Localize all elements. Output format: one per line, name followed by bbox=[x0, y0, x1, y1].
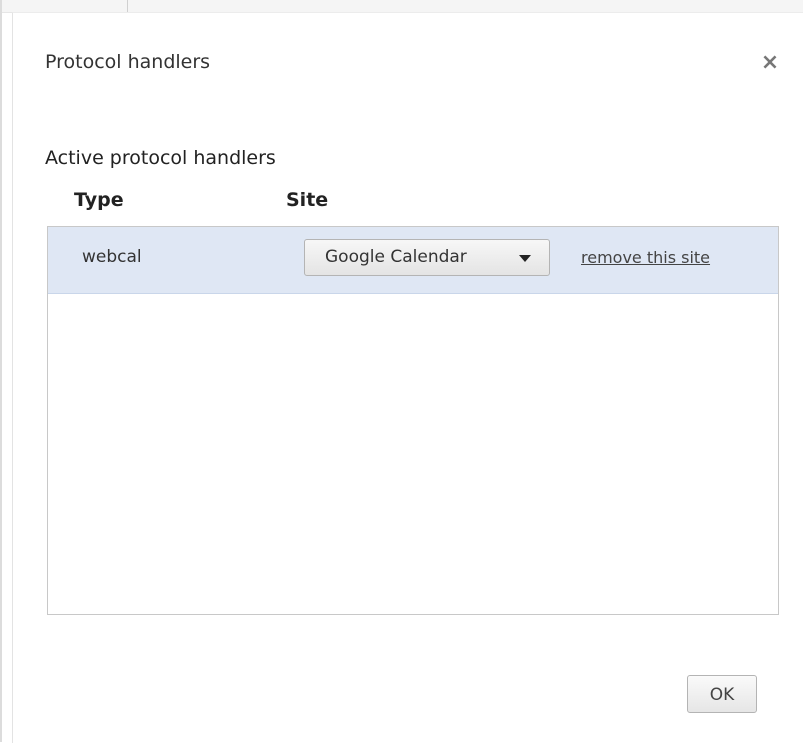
handlers-list: webcal Google Calendar remove this site bbox=[47, 226, 779, 615]
ok-button[interactable]: OK bbox=[687, 675, 757, 713]
column-header-type: Type bbox=[74, 189, 124, 211]
backdrop-divider bbox=[127, 0, 128, 12]
chevron-down-icon bbox=[519, 255, 531, 262]
dialog-title: Protocol handlers bbox=[45, 51, 211, 73]
list-item[interactable]: webcal Google Calendar remove this site bbox=[48, 227, 778, 294]
site-select[interactable]: Google Calendar bbox=[304, 239, 550, 276]
row-type-label: webcal bbox=[82, 247, 142, 267]
backdrop-left-edge bbox=[0, 0, 2, 742]
section-heading: Active protocol handlers bbox=[45, 147, 276, 169]
column-header-site: Site bbox=[286, 189, 329, 211]
close-icon[interactable]: × bbox=[755, 51, 785, 77]
remove-site-link[interactable]: remove this site bbox=[581, 248, 710, 267]
site-select-value: Google Calendar bbox=[325, 247, 467, 267]
protocol-handlers-dialog: Protocol handlers × Active protocol hand… bbox=[12, 12, 803, 743]
